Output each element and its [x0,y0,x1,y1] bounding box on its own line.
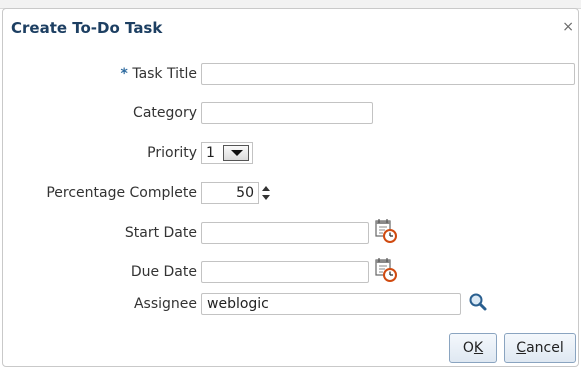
ok-button-mnemonic: K [473,340,484,356]
start-date-input[interactable] [201,222,369,244]
due-date-row: Due Date [3,258,580,285]
assignee-label: Assignee [133,296,197,312]
priority-select[interactable]: 1 [201,142,253,164]
cancel-button-mnemonic: C [516,340,527,356]
ok-button[interactable]: OK [449,333,497,363]
cancel-button[interactable]: Cancel [504,333,576,363]
task-title-row: * Task Title [3,63,580,87]
calendar-icon[interactable] [374,218,398,244]
decrement-arrow-icon[interactable] [262,195,270,200]
search-icon[interactable] [468,292,488,312]
required-indicator: * [120,66,128,82]
cancel-button-text: ancel [526,340,564,356]
ok-button-text: O [462,340,474,356]
start-date-row: Start Date [3,219,580,246]
task-title-label-text: Task Title [132,66,197,82]
task-title-input[interactable] [201,63,575,85]
due-date-label: Due Date [130,264,197,280]
close-icon[interactable]: × [562,19,574,35]
chevron-down-icon[interactable] [223,145,249,161]
assignee-row: Assignee [3,293,580,317]
create-todo-dialog: Create To-Do Task × * Task Title Categor… [2,8,579,367]
calendar-icon[interactable] [374,257,398,283]
priority-label: Priority [147,145,197,161]
percentage-complete-value: 50 [236,185,254,201]
due-date-input[interactable] [201,261,369,283]
category-label: Category [133,105,197,121]
dialog-title: Create To-Do Task [11,19,163,37]
percentage-complete-field[interactable]: 50 [201,182,259,204]
spinner-arrows[interactable] [261,184,271,202]
start-date-label: Start Date [124,225,197,241]
assignee-input[interactable] [201,293,461,315]
increment-arrow-icon[interactable] [262,186,270,191]
task-title-label: * Task Title [121,66,197,82]
percentage-complete-row: Percentage Complete 50 [3,182,580,206]
category-row: Category [3,102,580,126]
priority-selected-value: 1 [206,145,215,161]
percentage-complete-stepper[interactable]: 50 [201,182,273,204]
priority-row: Priority 1 [3,142,580,166]
percentage-complete-label: Percentage Complete [46,185,197,201]
category-input[interactable] [201,102,373,124]
